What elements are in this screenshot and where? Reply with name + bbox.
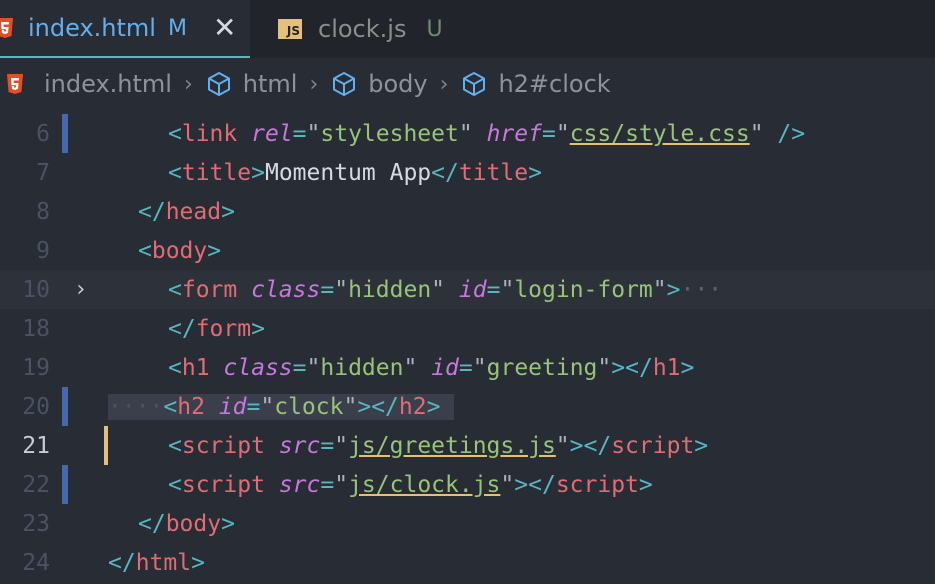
- close-icon[interactable]: ✕: [213, 14, 236, 42]
- line-number: 7: [36, 159, 50, 186]
- code-text: <body>: [138, 237, 222, 264]
- code-line-current[interactable]: 21 <script src="js/greetings.js"></scrip…: [0, 426, 935, 465]
- html5-icon: [7, 74, 23, 94]
- fold-chevron-icon[interactable]: ›: [74, 277, 87, 302]
- code-line[interactable]: 10 › <form class="hidden" id="login-form…: [0, 270, 935, 309]
- code-line[interactable]: 22 <script src="js/clock.js"></script>: [0, 465, 935, 504]
- breadcrumb-label: body: [368, 70, 428, 98]
- line-number: 21: [22, 432, 50, 459]
- breadcrumb-body[interactable]: body: [330, 70, 428, 98]
- modified-badge: M: [167, 15, 187, 41]
- code-line[interactable]: 24 </html>: [0, 543, 935, 582]
- chevron-right-icon: ›: [309, 71, 319, 97]
- chevron-right-icon: ›: [439, 71, 449, 97]
- cube-icon: [333, 72, 356, 96]
- code-text: <form class="hidden" id="login-form">···: [168, 276, 723, 303]
- line-number: 9: [36, 237, 50, 264]
- code-text: </body>: [138, 510, 235, 537]
- code-line[interactable]: 6 <link rel="stylesheet" href="css/style…: [0, 114, 935, 153]
- line-number: 24: [22, 549, 50, 576]
- folded-ellipsis[interactable]: ···: [681, 277, 723, 303]
- line-number: 8: [36, 198, 50, 225]
- tab-label: clock.js: [318, 15, 407, 43]
- code-text: </form>: [168, 315, 265, 342]
- breadcrumb-label: h2#clock: [498, 70, 611, 98]
- code-line[interactable]: 23 </body>: [0, 504, 935, 543]
- cube-icon: [463, 72, 486, 96]
- code-text: <title>Momentum App</title>: [168, 159, 542, 186]
- code-line[interactable]: 7 <title>Momentum App</title>: [0, 153, 935, 192]
- line-number: 10: [22, 276, 50, 303]
- file-link[interactable]: js/clock.js: [348, 472, 500, 498]
- code-text: ····<h2 id="clock"></h2>: [108, 393, 455, 420]
- code-text: <script src="js/clock.js"></script>: [168, 471, 653, 498]
- cursor-line-marker: [104, 426, 108, 465]
- line-number: 6: [36, 120, 50, 147]
- file-link[interactable]: css/style.css: [570, 121, 750, 147]
- code-line[interactable]: 18 </form>: [0, 309, 935, 348]
- code-text: <h1 class="hidden" id="greeting"></h1>: [168, 354, 695, 381]
- tab-label: index.html: [28, 14, 156, 42]
- line-number: 19: [22, 354, 50, 381]
- tab-index-html[interactable]: index.html M ✕: [0, 0, 250, 58]
- code-line[interactable]: 20 ····<h2 id="clock"></h2>: [0, 387, 935, 426]
- file-link[interactable]: js/greetings.js: [348, 433, 556, 459]
- code-text: </head>: [138, 198, 235, 225]
- git-modified-marker[interactable]: [62, 387, 68, 426]
- cube-icon: [207, 72, 230, 96]
- code-text: <script src="js/greetings.js"></script>: [168, 432, 709, 459]
- breadcrumb-file[interactable]: index.html: [44, 70, 172, 98]
- code-editor[interactable]: 6 <link rel="stylesheet" href="css/style…: [0, 114, 935, 584]
- untracked-badge: U: [426, 16, 443, 42]
- breadcrumb-html[interactable]: html: [205, 70, 298, 98]
- code-line[interactable]: 8 </head>: [0, 192, 935, 231]
- git-modified-marker[interactable]: [62, 465, 68, 504]
- line-number: 20: [22, 393, 50, 420]
- js-file-icon: JS: [278, 19, 302, 39]
- code-line[interactable]: 9 <body>: [0, 231, 935, 270]
- tab-clock-js[interactable]: JS clock.js U: [262, 0, 462, 58]
- html5-icon: [0, 18, 13, 38]
- git-modified-marker[interactable]: [62, 114, 68, 153]
- line-number: 18: [22, 315, 50, 342]
- code-text: <link rel="stylesheet" href="css/style.c…: [168, 120, 806, 147]
- breadcrumb: index.html › html › body › h2#clock: [0, 60, 935, 108]
- breadcrumb-h2-clock[interactable]: h2#clock: [460, 70, 611, 98]
- chevron-right-icon: ›: [183, 71, 193, 97]
- code-text: </html>: [108, 549, 205, 576]
- breadcrumb-label: html: [242, 70, 298, 98]
- code-line[interactable]: 19 <h1 class="hidden" id="greeting"></h1…: [0, 348, 935, 387]
- line-number: 23: [22, 510, 50, 537]
- line-number: 22: [22, 471, 50, 498]
- tab-bar: index.html M ✕ JS clock.js U: [0, 0, 935, 58]
